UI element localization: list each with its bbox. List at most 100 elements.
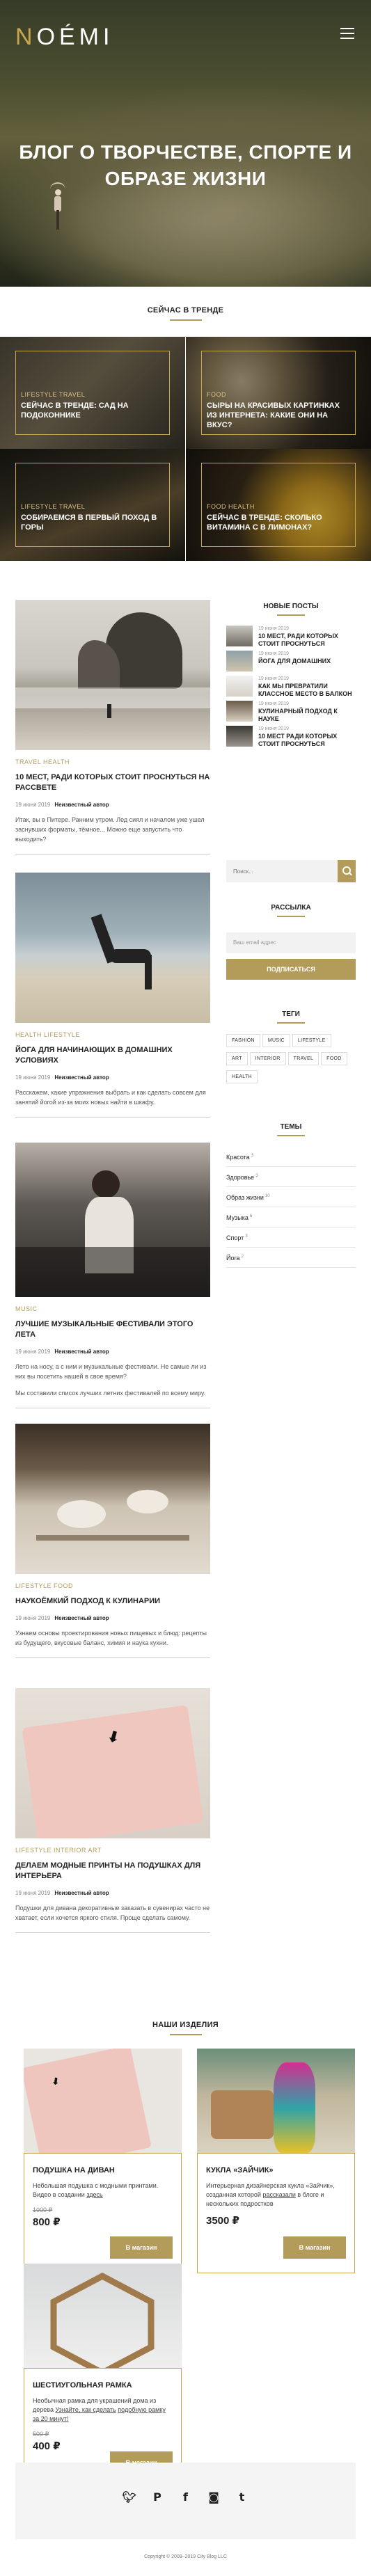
post-title[interactable]: ЙОГА ДЛЯ НАЧИНАЮЩИХ В ДОМАШНИХ УСЛОВИЯХ — [15, 1045, 210, 1066]
tumblr-icon[interactable]: t — [235, 2490, 248, 2504]
pinterest-icon[interactable]: P — [150, 2490, 164, 2504]
post-image[interactable]: ⬇ — [15, 1688, 210, 1838]
trending-card[interactable]: LIFESTYLE TRAVEL СЕЙЧАС В ТРЕНДЕ: САД НА… — [0, 337, 185, 449]
trending-title[interactable]: СЫРЫ НА КРАСИВЫХ КАРТИНКАХ ИЗ ИНТЕРНЕТА:… — [207, 401, 350, 430]
topic-name[interactable]: Спорт — [226, 1234, 244, 1241]
topic-item[interactable]: Здоровье 3 — [226, 1167, 356, 1187]
trending-title[interactable]: СЕЙЧАС В ТРЕНДЕ: САД НА ПОДОКОННИКЕ — [21, 401, 164, 420]
new-post-title[interactable]: КУЛИНАРНЫЙ ПОДХОД К НАУКЕ — [258, 708, 356, 723]
topic-item[interactable]: Йога 2 — [226, 1248, 356, 1268]
product-name[interactable]: ШЕСТИУГОЛЬНАЯ РАМКА — [33, 2381, 173, 2390]
tag-music[interactable]: MUSIC — [262, 1034, 290, 1047]
post-tags[interactable]: LIFESTYLE FOOD — [15, 1582, 210, 1589]
product-name[interactable]: ПОДУШКА НА ДИВАН — [33, 2166, 173, 2175]
product-desc-link[interactable]: рассказали — [262, 2191, 295, 2198]
tag-art[interactable]: ART — [226, 1052, 248, 1065]
new-post-item[interactable]: 19 июня 2019 КУЛИНАРНЫЙ ПОДХОД К НАУКЕ — [226, 701, 356, 722]
product-desc-link[interactable]: Узнайте, как сделать — [55, 2406, 116, 2413]
new-post-title[interactable]: 10 МЕСТ РАДИ КОТОРЫХ СТОИТ ПРОСНУТЬСЯ — [258, 733, 356, 748]
product-name[interactable]: КУКЛА «ЗАЙЧИК» — [206, 2166, 346, 2175]
post-divider — [15, 1117, 210, 1118]
post-image[interactable] — [15, 873, 210, 1023]
post-title[interactable]: ДЕЛАЕМ МОДНЫЕ ПРИНТЫ НА ПОДУШКАХ ДЛЯ ИНТ… — [15, 1861, 210, 1882]
new-post-thumb[interactable] — [226, 726, 253, 747]
new-post-thumb[interactable] — [226, 701, 253, 722]
new-post-date: 19 июня 2019 — [258, 626, 290, 631]
new-post-item[interactable]: 19 июня 2019 10 МЕСТ РАДИ КОТОРЫХ СТОИТ П… — [226, 726, 356, 747]
email-field[interactable]: Ваш email адрес — [226, 932, 356, 953]
menu-icon[interactable] — [340, 28, 354, 39]
trending-card[interactable]: FOOD СЫРЫ НА КРАСИВЫХ КАРТИНКАХ ИЗ ИНТЕР… — [186, 337, 371, 449]
hero-title: БЛОГ О ТВОРЧЕСТВЕ, СПОРТЕ И ОБРАЗЕ ЖИЗНИ — [19, 141, 352, 189]
trending-card[interactable]: FOOD HEALTH СЕЙЧАС В ТРЕНДЕ: СКОЛЬКО ВИТ… — [186, 449, 371, 561]
product-image[interactable] — [197, 2049, 355, 2165]
search-icon[interactable] — [338, 860, 356, 882]
search-input[interactable] — [226, 860, 331, 882]
post-image[interactable] — [15, 1143, 210, 1297]
hero-person-figure — [50, 182, 65, 231]
new-post-item[interactable]: 19 июня 2019 ЙОГА ДЛЯ ДОМАШНИХ — [226, 651, 356, 671]
product-card: ШЕСТИУГОЛЬНАЯ РАМКА Необычная рамка для … — [24, 2264, 182, 2488]
topic-name[interactable]: Йога — [226, 1255, 240, 1262]
topic-count: 3 — [255, 1174, 258, 1178]
post-tags[interactable]: MUSIC — [15, 1305, 210, 1312]
new-post-title[interactable]: 10 МЕСТ, РАДИ КОТОРЫХ СТОИТ ПРОСНУТЬСЯ — [258, 633, 356, 648]
post-date: 19 июня 2019 — [15, 802, 51, 808]
post-date: 19 июня 2019 — [15, 1074, 51, 1081]
post-tags[interactable]: TRAVEL HEALTH — [15, 758, 210, 765]
topic-item[interactable]: Музыка 6 — [226, 1207, 356, 1227]
new-post-title[interactable]: ЙОГА ДЛЯ ДОМАШНИХ — [258, 658, 331, 665]
post-author[interactable]: Неизвестный автор — [54, 1890, 109, 1896]
topic-name[interactable]: Образ жизни — [226, 1194, 264, 1201]
new-post-title[interactable]: КАК МЫ ПРЕВРАТИЛИ КЛАССНОЕ МЕСТО В БАЛКО… — [258, 683, 356, 698]
trending-title[interactable]: СЕЙЧАС В ТРЕНДЕ: СКОЛЬКО ВИТАМИНА С В ЛИ… — [207, 513, 350, 532]
product-card: ⬇ ПОДУШКА НА ДИВАН Небольшая подушка с м… — [24, 2049, 182, 2273]
twitter-icon[interactable]: 🐦︎ — [123, 2490, 136, 2504]
post-title[interactable]: ЛУЧШИЕ МУЗЫКАЛЬНЫЕ ФЕСТИВАЛИ ЭТОГО ЛЕТА — [15, 1319, 210, 1340]
new-post-thumb[interactable] — [226, 676, 253, 697]
trending-card[interactable]: LIFESTYLE TRAVEL СОБИРАЕМСЯ В ПЕРВЫЙ ПОХ… — [0, 449, 185, 561]
tag-lifestyle[interactable]: LIFESTYLE — [292, 1034, 331, 1047]
post-image[interactable] — [15, 600, 210, 750]
post-image[interactable] — [15, 1424, 210, 1574]
product-image[interactable] — [24, 2264, 182, 2380]
topic-item[interactable]: Спорт 3 — [226, 1227, 356, 1248]
tag-interior[interactable]: INTERIOR — [249, 1052, 286, 1065]
topic-item[interactable]: Красота 3 — [226, 1147, 356, 1167]
tag-travel[interactable]: TRAVEL — [287, 1052, 319, 1065]
shop-button[interactable]: В магазин — [110, 2236, 173, 2259]
topic-name[interactable]: Музыка — [226, 1214, 248, 1221]
trending-title[interactable]: СОБИРАЕМСЯ В ПЕРВЫЙ ПОХОД В ГОРЫ — [21, 513, 164, 532]
product-desc-link[interactable]: здесь — [86, 2191, 102, 2198]
tag-food[interactable]: FOOD — [321, 1052, 347, 1065]
post-meta: 19 июня 2019 Неизвестный автор — [15, 1074, 210, 1081]
tag-health[interactable]: HEALTH — [226, 1070, 258, 1083]
post-author[interactable]: Неизвестный автор — [54, 1349, 109, 1355]
site-logo[interactable]: NOÉMI — [15, 24, 113, 51]
topic-name[interactable]: Здоровье — [226, 1174, 254, 1181]
tag-fashion[interactable]: FASHION — [226, 1034, 260, 1047]
footer: 🐦︎ P f ◙ t — [15, 2463, 356, 2539]
new-post-thumb[interactable] — [226, 651, 253, 671]
topic-name[interactable]: Красота — [226, 1154, 250, 1161]
topic-item[interactable]: Образ жизни 10 — [226, 1187, 356, 1207]
post-author[interactable]: Неизвестный автор — [54, 802, 109, 808]
new-post-thumb[interactable] — [226, 626, 253, 646]
post-author[interactable]: Неизвестный автор — [54, 1074, 109, 1081]
post-title[interactable]: 10 МЕСТ, РАДИ КОТОРЫХ СТОИТ ПРОСНУТЬСЯ Н… — [15, 772, 210, 793]
sidebar-new-posts: НОВЫЕ ПОСТЫ 19 июня 2019 10 МЕСТ, РАДИ КО… — [226, 603, 356, 751]
post-tags[interactable]: HEALTH LIFESTYLE — [15, 1031, 210, 1038]
shop-button[interactable]: В магазин — [283, 2236, 346, 2259]
new-post-item[interactable]: 19 июня 2019 КАК МЫ ПРЕВРАТИЛИ КЛАССНОЕ М… — [226, 676, 356, 697]
blog-post: HEALTH LIFESTYLE ЙОГА ДЛЯ НАЧИНАЮЩИХ В Д… — [15, 873, 210, 1118]
facebook-icon[interactable]: f — [179, 2490, 193, 2504]
post-author[interactable]: Неизвестный автор — [54, 1615, 109, 1621]
new-post-item[interactable]: 19 июня 2019 10 МЕСТ, РАДИ КОТОРЫХ СТОИТ … — [226, 626, 356, 648]
instagram-icon[interactable]: ◙ — [207, 2490, 221, 2504]
post-title[interactable]: НАУКОЁМКИЙ ПОДХОД К КУЛИНАРИИ — [15, 1596, 210, 1607]
blog-post: TRAVEL HEALTH 10 МЕСТ, РАДИ КОТОРЫХ СТОИ… — [15, 600, 210, 854]
subscribe-button[interactable]: ПОДПИСАТЬСЯ — [226, 959, 356, 980]
post-tags[interactable]: LIFESTYLE INTERIOR ART — [15, 1847, 210, 1854]
product-image[interactable]: ⬇ — [24, 2049, 182, 2165]
social-links: 🐦︎ P f ◙ t — [15, 2490, 356, 2504]
